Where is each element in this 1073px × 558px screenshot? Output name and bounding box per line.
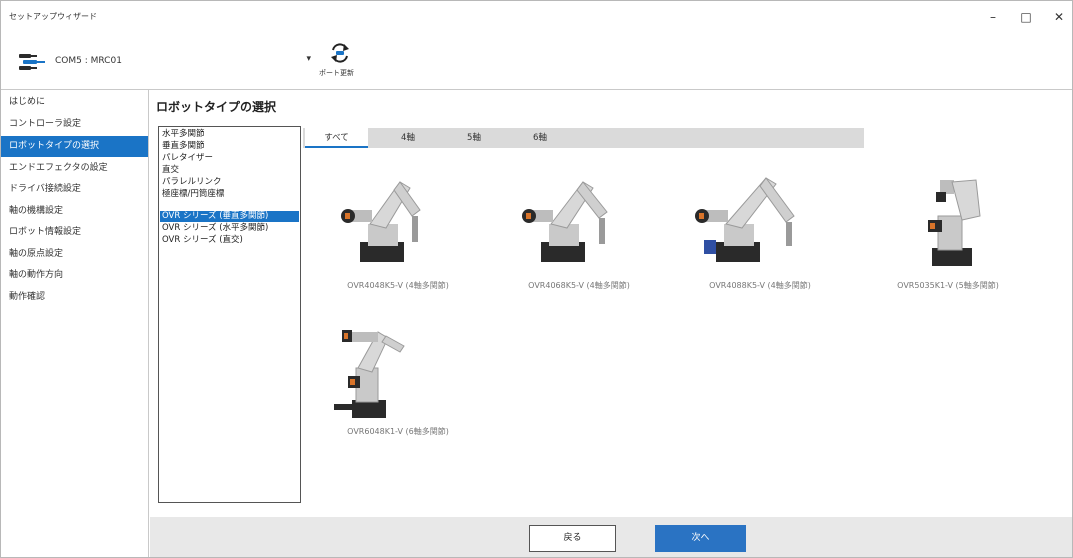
sidebar-item-axis-origin[interactable]: 軸の原点設定 [1,244,148,265]
chevron-down-icon[interactable]: ▾ [306,54,311,64]
sidebar-item-robot-info[interactable]: ロボット情報設定 [1,222,148,243]
robot-arm-4axis-icon [522,181,608,262]
list-item[interactable]: OVR シリーズ (直交) [160,235,299,246]
sidebar-item-operation-check[interactable]: 動作確認 [1,287,148,308]
robot-card-ovr4088k5[interactable]: OVR4088K5-V (4軸多関節) [670,176,850,298]
setup-wizard-window: セットアップウィザード – □ ✕ COM5 : MRC01 ▾ ポート更新 は… [0,0,1073,558]
next-button[interactable]: 次へ [655,525,746,552]
title-bar: セットアップウィザード – □ ✕ [1,1,1072,33]
robot-type-list[interactable]: 水平多関節 垂直多関節 パレタイザー 直交 パラレルリンク 極座標/円筒座標 O… [158,126,301,503]
sidebar-item-axis-mechanism[interactable]: 軸の機構設定 [1,201,148,222]
robot-label: OVR5035K1-V (5軸多関節) [897,281,999,290]
robot-card-ovr6048k1[interactable]: OVR6048K1-V (6軸多関節) [308,324,488,446]
robot-arm-4axis-icon [341,181,421,262]
axis-filter-tabs: すべて 4軸 5軸 6軸 [303,128,864,148]
list-item[interactable]: 極座標/円筒座標 [160,189,299,200]
port-value: COM5 : MRC01 [55,56,122,66]
sidebar-item-axis-direction[interactable]: 軸の動作方向 [1,265,148,286]
list-item[interactable]: パレタイザー [160,153,299,164]
robot-label: OVR6048K1-V (6軸多関節) [347,427,449,436]
tab-4-axis[interactable]: 4軸 [383,128,433,148]
maximize-icon[interactable]: □ [1017,9,1035,25]
refresh-arrows-icon [331,43,349,63]
tab-5-axis[interactable]: 5軸 [449,128,499,148]
port-refresh-label: ポート更新 [319,69,354,77]
sidebar-item-controller-settings[interactable]: コントローラ設定 [1,114,148,135]
page-title: ロボットタイプの選択 [156,100,277,114]
sidebar-item-robot-type[interactable]: ロボットタイプの選択 [1,136,148,157]
robot-arm-6axis-icon [334,330,405,418]
footer-bar: 戻る 次へ [150,517,1072,557]
tab-all[interactable]: すべて [305,128,368,148]
list-item[interactable]: 垂直多関節 [160,141,299,152]
minimize-icon[interactable]: – [984,9,1002,25]
port-select[interactable]: COM5 : MRC01 ▾ [9,47,313,75]
window-title: セットアップウィザード [9,12,97,21]
wizard-step-sidebar: はじめに コントローラ設定 ロボットタイプの選択 エンドエフェクタの設定 ドライ… [1,90,149,557]
robot-arm-4axis-icon [695,177,795,262]
list-item[interactable]: OVR シリーズ (水平多関節) [160,223,299,234]
sidebar-item-driver-connection[interactable]: ドライバ接続設定 [1,179,148,200]
main-panel: ロボットタイプの選択 水平多関節 垂直多関節 パレタイザー 直交 パラレルリンク… [150,90,1072,557]
list-item[interactable]: 直交 [160,165,299,176]
robot-card-ovr4048k5[interactable]: OVR4048K5-V (4軸多関節) [308,176,488,298]
sidebar-item-end-effector[interactable]: エンドエフェクタの設定 [1,158,148,179]
robot-arm-5axis-icon [928,179,981,266]
back-button[interactable]: 戻る [529,525,616,552]
list-item-selected[interactable]: OVR シリーズ (垂直多関節) [160,211,299,222]
tab-6-axis[interactable]: 6軸 [515,128,565,148]
sidebar-item-intro[interactable]: はじめに [1,92,148,113]
robot-label: OVR4088K5-V (4軸多関節) [709,281,811,290]
list-item[interactable]: 水平多関節 [160,129,299,140]
robot-label: OVR4068K5-V (4軸多関節) [528,281,630,290]
list-item[interactable]: パラレルリンク [160,177,299,188]
robot-card-ovr4068k5[interactable]: OVR4068K5-V (4軸多関節) [489,176,669,298]
toolbar: COM5 : MRC01 ▾ ポート更新 [1,33,1072,89]
connection-plug-icon [19,54,45,70]
robot-card-ovr5035k1[interactable]: OVR5035K1-V (5軸多関節) [858,176,1038,298]
robot-label: OVR4048K5-V (4軸多関節) [347,281,449,290]
close-icon[interactable]: ✕ [1050,9,1068,25]
port-refresh-button[interactable]: ポート更新 [317,39,361,83]
